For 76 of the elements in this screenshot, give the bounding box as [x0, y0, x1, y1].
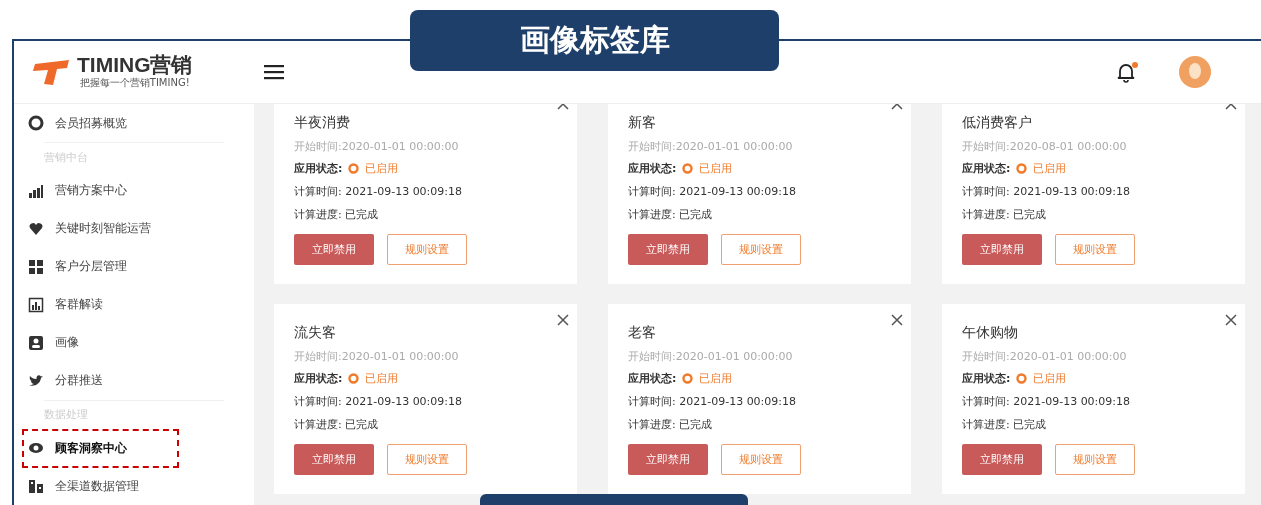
calc-progress: 计算进度: 已完成	[962, 417, 1047, 432]
bar-chart-icon	[28, 182, 44, 199]
calc-time: 计算时间: 2021-09-13 00:09:18	[294, 394, 463, 409]
eye-icon	[28, 440, 44, 456]
start-time: 开始时间:2020-01-01 00:00:00	[294, 139, 460, 154]
rule-settings-button[interactable]: 规则设置	[1055, 444, 1135, 475]
disable-button[interactable]: 立即禁用	[962, 234, 1042, 265]
disable-button[interactable]: 立即禁用	[962, 444, 1042, 475]
heart-icon	[28, 220, 44, 237]
logo-name: TIMING营销	[77, 54, 193, 76]
start-time: 开始时间:2020-01-01 00:00:00	[628, 349, 794, 364]
close-icon[interactable]	[1225, 314, 1237, 326]
collapse-icon[interactable]	[557, 104, 569, 110]
disable-button[interactable]: 立即禁用	[294, 444, 374, 475]
disable-button[interactable]: 立即禁用	[628, 234, 708, 265]
sidebar-item[interactable]: 会员招募概览	[24, 108, 131, 138]
sidebar-item[interactable]: 关键时刻智能运营	[24, 214, 155, 243]
status-value: 已启用	[699, 371, 733, 386]
status-label: 应用状态:	[294, 161, 343, 176]
card-title: 流失客	[294, 324, 337, 342]
grid-icon	[28, 258, 44, 275]
status-label: 应用状态:	[628, 371, 677, 386]
status-value: 已启用	[365, 161, 399, 176]
collapse-icon[interactable]	[1225, 104, 1237, 110]
card-title: 老客	[628, 324, 657, 342]
calc-progress: 计算进度: 已完成	[628, 417, 713, 432]
card-title: 半夜消费	[294, 114, 351, 132]
ring-icon	[28, 115, 44, 131]
disable-button[interactable]: 立即禁用	[294, 234, 374, 265]
sidebar-item[interactable]: 营销方案中心	[24, 176, 131, 205]
calc-time: 计算时间: 2021-09-13 00:09:18	[628, 184, 797, 199]
calc-time: 计算时间: 2021-09-13 00:09:18	[962, 394, 1131, 409]
sidebar-item[interactable]: 分群推送	[24, 366, 107, 395]
rule-settings-button[interactable]: 规则设置	[387, 444, 467, 475]
sidebar-item[interactable]: 客群解读	[24, 290, 107, 319]
status-value: 已启用	[1033, 161, 1067, 176]
building-icon	[28, 478, 44, 494]
person-icon	[28, 334, 44, 351]
logo-tagline: 把握每一个营销TIMING!	[79, 76, 190, 90]
status-label: 应用状态:	[628, 161, 677, 176]
start-time: 开始时间:2020-08-01 00:00:00	[962, 139, 1128, 154]
sidebar-item[interactable]: 顾客洞察中心	[24, 430, 177, 466]
rule-settings-button[interactable]: 规则设置	[721, 444, 801, 475]
calc-time: 计算时间: 2021-09-13 00:09:18	[294, 184, 463, 199]
status-value: 已启用	[1033, 371, 1067, 386]
sidebar-item[interactable]: 画像	[24, 328, 83, 357]
status-value: 已启用	[699, 161, 733, 176]
close-icon[interactable]	[557, 314, 569, 326]
calc-progress: 计算进度: 已完成	[962, 207, 1047, 222]
close-icon[interactable]	[891, 314, 903, 326]
status-value: 已启用	[365, 371, 399, 386]
collapse-icon[interactable]	[891, 104, 903, 110]
sidebar-item[interactable]: 全渠道数据管理	[24, 471, 143, 501]
calc-time: 计算时间: 2021-09-13 00:09:18	[628, 394, 797, 409]
start-time: 开始时间:2020-01-01 00:00:00	[962, 349, 1128, 364]
rule-settings-button[interactable]: 规则设置	[1055, 234, 1135, 265]
status-label: 应用状态:	[962, 371, 1011, 386]
status-label: 应用状态:	[294, 371, 343, 386]
status-label: 应用状态:	[962, 161, 1011, 176]
calc-progress: 计算进度: 已完成	[294, 417, 379, 432]
start-time: 开始时间:2020-01-01 00:00:00	[294, 349, 460, 364]
bell-icon[interactable]	[1115, 61, 1139, 83]
start-time: 开始时间:2020-01-01 00:00:00	[628, 139, 794, 154]
disable-button[interactable]: 立即禁用	[628, 444, 708, 475]
card-title: 低消费客户	[962, 114, 1033, 132]
menu-icon[interactable]	[264, 64, 284, 80]
calc-time: 计算时间: 2021-09-13 00:09:18	[962, 184, 1131, 199]
rule-settings-button[interactable]: 规则设置	[387, 234, 467, 265]
calc-progress: 计算进度: 已完成	[294, 207, 379, 222]
rule-settings-button[interactable]: 规则设置	[721, 234, 801, 265]
title-banner: 画像标签库	[410, 10, 779, 71]
calc-progress: 计算进度: 已完成	[628, 207, 713, 222]
sidebar-item[interactable]: 客户分层管理	[24, 252, 131, 281]
card-title: 午休购物	[962, 324, 1019, 342]
card-title: 新客	[628, 114, 657, 132]
chart-icon	[28, 296, 44, 313]
